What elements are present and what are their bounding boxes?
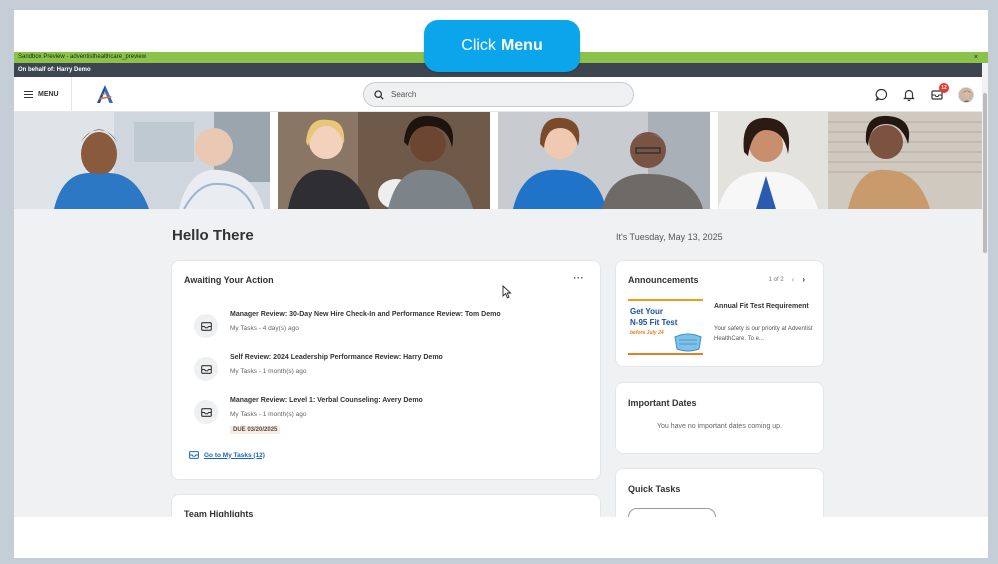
tutorial-callout: Click Menu: [424, 20, 580, 72]
go-to-my-tasks-link[interactable]: Go to My Tasks (12): [189, 451, 265, 459]
important-dates-card: Important Dates You have no important da…: [616, 383, 823, 453]
page-scrollbar[interactable]: [982, 63, 988, 517]
quick-tasks-title: Quick Tasks: [628, 484, 681, 494]
avatar[interactable]: [958, 86, 974, 103]
task-item[interactable]: Manager Review: 30-Day New Hire Check-In…: [194, 310, 501, 338]
task-title[interactable]: Manager Review: Level 1: Verbal Counseli…: [230, 396, 423, 406]
announcements-title: Announcements: [628, 275, 699, 285]
task-title[interactable]: Manager Review: 30-Day New Hire Check-In…: [230, 310, 501, 320]
announcement-image-line: Get Your: [630, 307, 664, 316]
quick-tasks-card: Quick Tasks: [616, 469, 823, 517]
task-title[interactable]: Self Review: 2024 Leadership Performance…: [230, 353, 443, 363]
hero-photo-doctor: [718, 112, 982, 209]
announcement-image[interactable]: Get Your N-95 Fit Test before July 24: [628, 299, 703, 355]
search-input[interactable]: Search: [363, 82, 634, 107]
header-actions: 12: [874, 77, 974, 112]
hamburger-icon: [24, 91, 33, 98]
bell-icon[interactable]: [902, 88, 916, 102]
sandbox-label: Sandbox Preview - adventisthealthcare_pr…: [18, 54, 147, 60]
task-item[interactable]: Manager Review: Level 1: Verbal Counseli…: [194, 396, 423, 436]
go-to-my-tasks-label: Go to My Tasks (12): [204, 451, 265, 459]
scrollbar-thumb[interactable]: [983, 93, 987, 253]
hero-photo-nurse: [14, 112, 270, 209]
top-header: MENU Search 12: [14, 77, 988, 112]
task-meta: My Tasks - 4 day(s) ago: [230, 325, 299, 332]
inbox-tray-icon: [189, 451, 199, 459]
menu-label: MENU: [38, 91, 59, 98]
quick-task-button[interactable]: [628, 508, 716, 517]
app-window: Sandbox Preview - adventisthealthcare_pr…: [14, 10, 988, 558]
chat-icon[interactable]: [874, 88, 888, 102]
inbox-tray-icon: [194, 357, 218, 381]
company-logo[interactable]: [94, 83, 116, 105]
page-title: Hello There: [172, 227, 254, 244]
search-icon: [374, 89, 384, 100]
awaiting-title: Awaiting Your Action: [184, 275, 274, 285]
hero-photo-therapist: [278, 112, 490, 209]
announcement-headline[interactable]: Annual Fit Test Requirement: [714, 301, 814, 312]
sandbox-close-button[interactable]: ×: [974, 52, 978, 63]
inbox-tray-icon: [194, 314, 218, 338]
team-highlights-card: Team Highlights: [172, 495, 600, 517]
awaiting-action-card: Awaiting Your Action ··· Manager Review:…: [172, 261, 600, 479]
announcements-card: Announcements 1 of 2 ‹ › Get Your N-95 F…: [616, 261, 823, 366]
inbox-icon[interactable]: 12: [930, 82, 949, 102]
inbox-badge: 12: [939, 82, 949, 93]
inbox-tray-icon: [194, 400, 218, 424]
mouse-cursor-icon: [502, 285, 512, 299]
hero-photo-nurse-elderly: [498, 112, 710, 209]
chevron-left-icon[interactable]: ‹: [792, 275, 795, 284]
team-highlights-title: Team Highlights: [184, 509, 254, 517]
main-content: Hello There It's Tuesday, May 13, 2025 A…: [14, 209, 988, 517]
menu-button[interactable]: MENU: [14, 77, 72, 112]
announcement-image-line: before July 24: [630, 330, 664, 336]
task-item[interactable]: Self Review: 2024 Leadership Performance…: [194, 353, 443, 381]
search-placeholder: Search: [391, 90, 417, 99]
due-date-badge: DUE 03/20/2025: [230, 426, 281, 434]
chevron-right-icon[interactable]: ›: [802, 275, 805, 284]
important-dates-empty: You have no important dates coming up.: [656, 423, 783, 430]
pager-count: 1 of 2: [768, 276, 784, 283]
callout-target: Menu: [500, 37, 543, 54]
announcement-body: Your safety is our priority at Adventist…: [714, 326, 813, 342]
important-dates-title: Important Dates: [628, 398, 697, 408]
hero-banner: [14, 112, 988, 209]
task-meta: My Tasks - 1 month(s) ago: [230, 411, 307, 418]
on-behalf-label: On behalf of: Harry Demo: [18, 67, 91, 73]
announcements-pager: 1 of 2 ‹ ›: [769, 275, 805, 284]
mask-icon: [674, 333, 702, 352]
more-options-button[interactable]: ···: [574, 273, 585, 283]
announcement-image-line: N-95 Fit Test: [630, 318, 678, 327]
task-meta: My Tasks - 1 month(s) ago: [230, 368, 307, 375]
callout-prefix: Click: [461, 37, 496, 54]
current-date: It's Tuesday, May 13, 2025: [616, 232, 723, 242]
